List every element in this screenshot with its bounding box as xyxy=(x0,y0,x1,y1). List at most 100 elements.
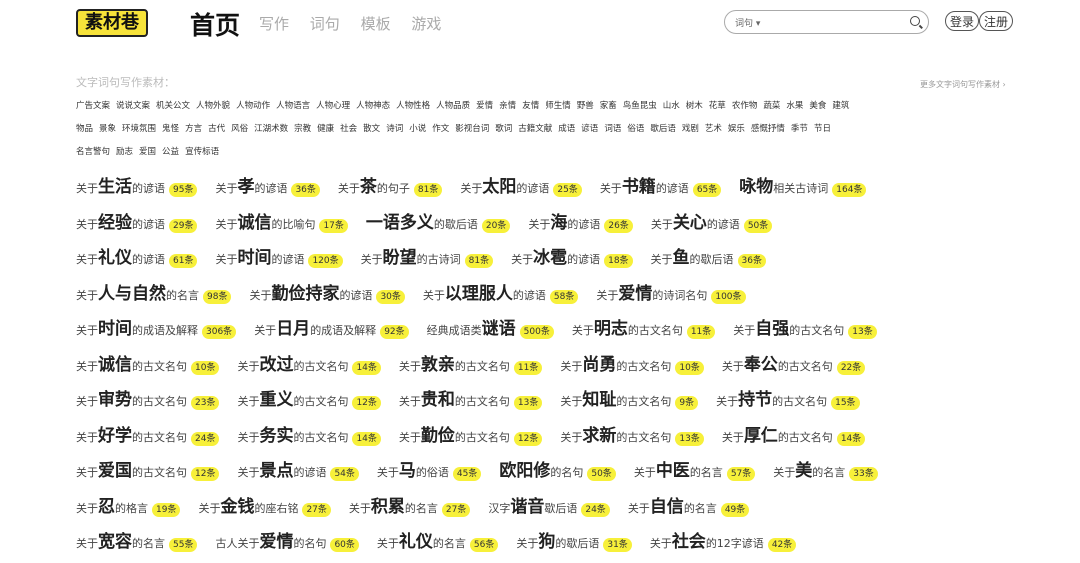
category-tag[interactable]: 鬼怪 xyxy=(162,124,179,134)
entry-link[interactable]: 欧阳修的名句 50条 xyxy=(499,456,616,481)
entry-link[interactable]: 关于美的名言 33条 xyxy=(773,456,878,481)
category-tag[interactable]: 友情 xyxy=(522,101,539,111)
category-tag[interactable]: 鸟鱼昆虫 xyxy=(623,101,657,111)
entry-link[interactable]: 关于太阳的谚语 25条 xyxy=(460,172,582,197)
entry-link[interactable]: 关于鱼的歇后语 36条 xyxy=(651,243,766,268)
category-tag[interactable]: 树木 xyxy=(686,101,703,111)
category-tag[interactable]: 季节 xyxy=(791,124,808,134)
entry-link[interactable]: 关于务实的古文名句 14条 xyxy=(237,421,381,446)
category-tag[interactable]: 美食 xyxy=(809,101,826,111)
entry-link[interactable]: 关于自信的名言 49条 xyxy=(628,492,750,517)
category-tag[interactable]: 励志 xyxy=(116,147,133,157)
entry-link[interactable]: 关于诚信的比喻句 17条 xyxy=(215,208,348,233)
category-tag[interactable]: 人物神态 xyxy=(356,101,390,111)
entry-link[interactable]: 关于好学的古文名句 24条 xyxy=(76,421,220,446)
entry-link[interactable]: 关于明志的古文名句 11条 xyxy=(572,314,716,339)
nav-link-templates[interactable]: 模板 xyxy=(361,15,391,33)
entry-link[interactable]: 关于自强的古文名句 13条 xyxy=(733,314,877,339)
category-tag[interactable]: 花草 xyxy=(709,101,726,111)
nav-link-writing[interactable]: 写作 xyxy=(259,15,289,33)
entry-link[interactable]: 关于社会的12字谚语 42条 xyxy=(650,527,797,552)
entry-link[interactable]: 关于重义的古文名句 12条 xyxy=(237,385,381,410)
category-tag[interactable]: 机关公文 xyxy=(156,101,190,111)
entry-link[interactable]: 咏物相关古诗词 164条 xyxy=(739,172,867,197)
entry-link[interactable]: 关于书籍的谚语 65条 xyxy=(600,172,722,197)
category-tag[interactable]: 节日 xyxy=(814,124,831,134)
entry-link[interactable]: 关于宽容的名言 55条 xyxy=(76,527,198,552)
nav-link-phrases[interactable]: 词句 xyxy=(310,15,340,33)
entry-link[interactable]: 关于敦亲的古文名句 11条 xyxy=(399,350,543,375)
category-tag[interactable]: 谚语 xyxy=(581,124,598,134)
entry-link[interactable]: 关于爱情的诗词名句 100条 xyxy=(596,279,746,304)
category-tag[interactable]: 宗教 xyxy=(294,124,311,134)
entry-link[interactable]: 关于盼望的古诗词 81条 xyxy=(361,243,494,268)
register-button[interactable]: 注册 xyxy=(979,11,1014,31)
category-tag[interactable]: 家畜 xyxy=(600,101,617,111)
category-tag[interactable]: 人物性格 xyxy=(396,101,430,111)
category-tag[interactable]: 戏剧 xyxy=(682,124,699,134)
category-tag[interactable]: 广告文案 xyxy=(76,101,110,111)
category-tag[interactable]: 古籍文献 xyxy=(518,124,552,134)
category-tag[interactable]: 俗语 xyxy=(627,124,644,134)
category-tag[interactable]: 人物外貌 xyxy=(196,101,230,111)
entry-link[interactable]: 一语多义的歇后语 20条 xyxy=(366,208,511,233)
entry-link[interactable]: 关于审势的古文名句 23条 xyxy=(76,385,220,410)
search-input[interactable] xyxy=(785,14,909,32)
category-tag[interactable]: 成语 xyxy=(558,124,575,134)
entry-link[interactable]: 关于积累的名言 27条 xyxy=(349,492,471,517)
category-tag[interactable]: 公益 xyxy=(162,147,179,157)
category-tag[interactable]: 人物心理 xyxy=(316,101,350,111)
category-tag[interactable]: 歇后语 xyxy=(650,124,676,134)
entry-link[interactable]: 关于礼仪的名言 56条 xyxy=(377,527,499,552)
entry-link[interactable]: 关于金钱的座右铭 27条 xyxy=(198,492,331,517)
category-tag[interactable]: 水果 xyxy=(786,101,803,111)
entry-link[interactable]: 关于勤俭的古文名句 12条 xyxy=(399,421,543,446)
entry-link[interactable]: 关于关心的谚语 50条 xyxy=(651,208,773,233)
category-tag[interactable]: 名言警句 xyxy=(76,147,110,157)
entry-link[interactable]: 关于知耻的古文名句 9条 xyxy=(560,385,699,410)
category-tag[interactable]: 江湖术数 xyxy=(254,124,288,134)
entry-link[interactable]: 关于诚信的古文名句 10条 xyxy=(76,350,220,375)
category-tag[interactable]: 散文 xyxy=(363,124,380,134)
category-tag[interactable]: 诗词 xyxy=(386,124,403,134)
category-tag[interactable]: 人物动作 xyxy=(236,101,270,111)
category-tag[interactable]: 爱国 xyxy=(139,147,156,157)
entry-link[interactable]: 关于冰雹的谚语 18条 xyxy=(511,243,633,268)
entry-link[interactable]: 关于忍的格言 19条 xyxy=(76,492,181,517)
entry-link[interactable]: 关于时间的成语及解释 306条 xyxy=(76,314,237,339)
category-tag[interactable]: 词语 xyxy=(604,124,621,134)
login-button[interactable]: 登录 xyxy=(945,11,980,31)
entry-link[interactable]: 关于茶的句子 81条 xyxy=(338,172,443,197)
category-tag[interactable]: 感慨抒情 xyxy=(751,124,785,134)
more-categories-link[interactable]: 更多文字词句写作素材 › xyxy=(920,79,1006,90)
entry-link[interactable]: 关于求新的古文名句 13条 xyxy=(560,421,704,446)
entry-link[interactable]: 关于奉公的古文名句 22条 xyxy=(722,350,866,375)
category-tag[interactable]: 爱情 xyxy=(476,101,493,111)
entry-link[interactable]: 关于景点的谚语 54条 xyxy=(237,456,359,481)
category-tag[interactable]: 艺术 xyxy=(705,124,722,134)
category-tag[interactable]: 歌词 xyxy=(495,124,512,134)
entry-link[interactable]: 关于持节的古文名句 15条 xyxy=(716,385,860,410)
category-tag[interactable]: 野兽 xyxy=(577,101,594,111)
category-tag[interactable]: 说说文案 xyxy=(116,101,150,111)
category-tag[interactable]: 环境氛围 xyxy=(122,124,156,134)
entry-link[interactable]: 关于贵和的古文名句 13条 xyxy=(399,385,543,410)
nav-home[interactable]: 首页 xyxy=(190,6,240,42)
entry-link[interactable]: 关于时间的谚语 120条 xyxy=(215,243,343,268)
entry-link[interactable]: 关于经验的谚语 29条 xyxy=(76,208,198,233)
entry-link[interactable]: 关于改过的古文名句 14条 xyxy=(237,350,381,375)
category-tag[interactable]: 亲情 xyxy=(499,101,516,111)
category-tag[interactable]: 影视台词 xyxy=(455,124,489,134)
entry-link[interactable]: 关于尚勇的古文名句 10条 xyxy=(560,350,704,375)
entry-link[interactable]: 古人关于爱情的名句 60条 xyxy=(215,527,359,552)
entry-link[interactable]: 关于礼仪的谚语 61条 xyxy=(76,243,198,268)
search-type-select[interactable]: 词句 ▾ xyxy=(735,16,760,29)
entry-link[interactable]: 关于马的俗语 45条 xyxy=(377,456,482,481)
entry-link[interactable]: 关于狗的歇后语 31条 xyxy=(516,527,632,552)
category-tag[interactable]: 山水 xyxy=(663,101,680,111)
category-tag[interactable]: 人物品质 xyxy=(436,101,470,111)
entry-link[interactable]: 关于日月的成语及解释 92条 xyxy=(254,314,409,339)
entry-link[interactable]: 汉字谐音歇后语 24条 xyxy=(488,492,610,517)
category-tag[interactable]: 建筑 xyxy=(832,101,849,111)
category-tag[interactable]: 景象 xyxy=(99,124,116,134)
